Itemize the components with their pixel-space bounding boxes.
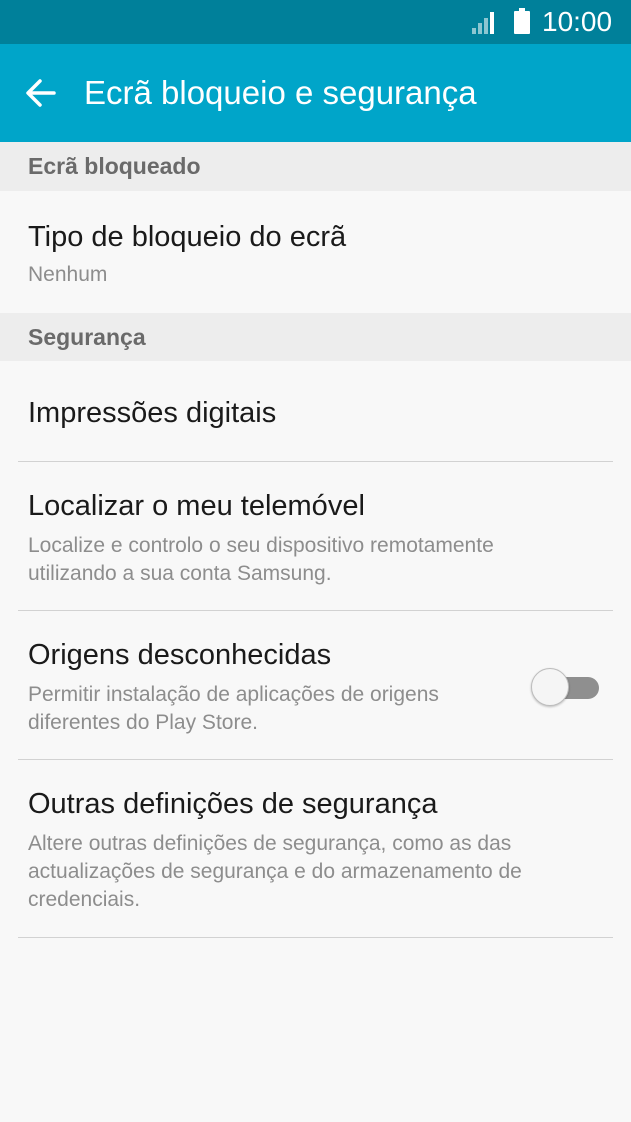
signal-icon bbox=[472, 12, 494, 34]
list-item-subtitle: Permitir instalação de aplicações de ori… bbox=[28, 683, 439, 734]
unknown-sources-toggle[interactable] bbox=[531, 667, 599, 707]
status-time: 10:00 bbox=[542, 6, 613, 37]
list-item-title: Origens desconhecidas bbox=[28, 639, 332, 671]
list-item-other-security-settings[interactable]: Outras definições de segurança Altere ou… bbox=[0, 760, 631, 937]
section-header-security: Segurança bbox=[0, 313, 631, 361]
divider bbox=[18, 937, 613, 938]
status-bar: 10:00 bbox=[0, 0, 631, 44]
list-item-fingerprints[interactable]: Impressões digitais bbox=[0, 361, 631, 461]
list-item-title: Outras definições de segurança bbox=[28, 788, 438, 820]
list-item-title: Localizar o meu telemóvel bbox=[28, 490, 365, 522]
app-bar: Ecrã bloqueio e segurança bbox=[0, 44, 631, 142]
list-item-title: Tipo de bloqueio do ecrã bbox=[28, 221, 347, 253]
list-item-find-my-mobile[interactable]: Localizar o meu telemóvel Localize e con… bbox=[0, 462, 631, 610]
list-item-subtitle: Nenhum bbox=[28, 263, 108, 286]
page-title: Ecrã bloqueio e segurança bbox=[84, 74, 477, 111]
list-item-title: Impressões digitais bbox=[28, 397, 277, 429]
toggle-thumb bbox=[531, 668, 569, 706]
list-item-subtitle: Altere outras definições de segurança, c… bbox=[28, 832, 522, 911]
battery-icon bbox=[514, 8, 530, 34]
list-item-screen-lock-type[interactable]: Tipo de bloqueio do ecrã Nenhum bbox=[0, 191, 631, 313]
arrow-left-icon[interactable] bbox=[24, 76, 58, 110]
list-item-subtitle: Localize e controlo o seu dispositivo re… bbox=[28, 534, 494, 585]
section-header-screen-lock: Ecrã bloqueado bbox=[0, 142, 631, 191]
